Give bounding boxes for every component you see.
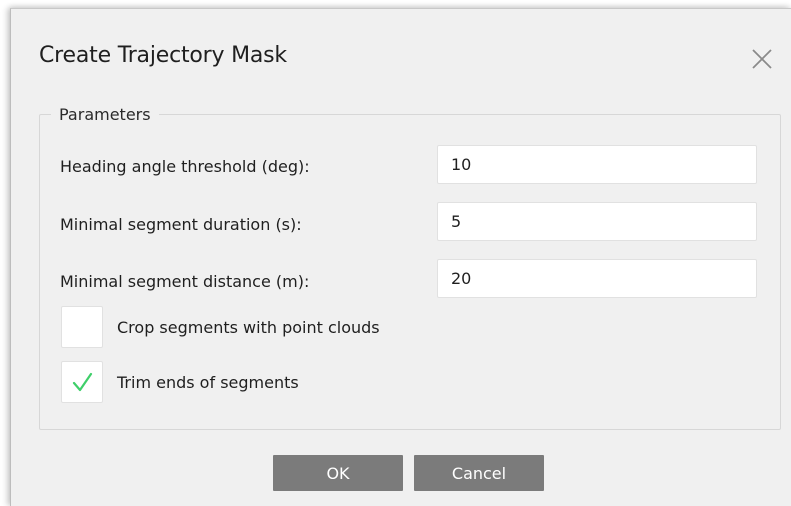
crop-segments-checkbox[interactable] (61, 306, 103, 348)
create-trajectory-mask-dialog: Create Trajectory Mask Parameters Headin… (10, 8, 791, 506)
trim-ends-checkbox[interactable] (61, 361, 103, 403)
minimal-segment-duration-input[interactable] (437, 202, 757, 241)
dialog-title: Create Trajectory Mask (39, 43, 287, 68)
parameters-group-legend: Parameters (51, 105, 159, 124)
minimal-segment-distance-label: Minimal segment distance (m): (60, 272, 310, 291)
crop-segments-label: Crop segments with point clouds (117, 318, 380, 337)
heading-angle-threshold-input[interactable] (437, 145, 757, 184)
trim-ends-label: Trim ends of segments (117, 373, 299, 392)
cancel-button[interactable]: Cancel (414, 455, 544, 491)
close-icon[interactable] (749, 46, 775, 72)
heading-angle-threshold-label: Heading angle threshold (deg): (60, 157, 310, 176)
minimal-segment-distance-input[interactable] (437, 259, 757, 298)
ok-button[interactable]: OK (273, 455, 403, 491)
checkmark-icon (72, 372, 93, 392)
minimal-segment-duration-label: Minimal segment duration (s): (60, 215, 302, 234)
